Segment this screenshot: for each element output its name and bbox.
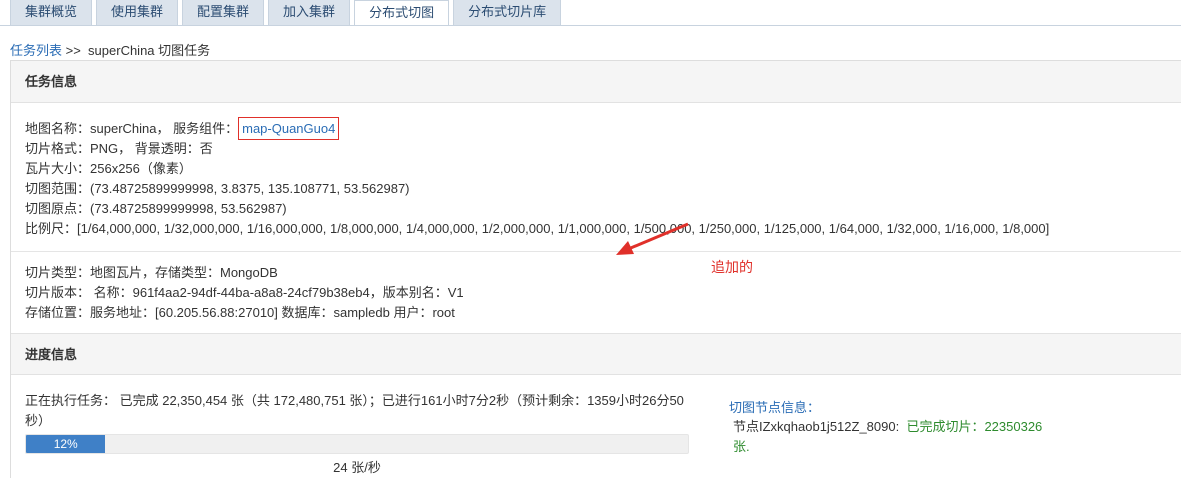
- tab-distributed-tile-store[interactable]: 分布式切片库: [453, 0, 562, 26]
- origin-line: 切图原点：(73.48725899999998, 53.562987): [25, 201, 287, 216]
- tab-distributed-tiling[interactable]: 分布式切图: [354, 0, 450, 26]
- tiling-speed: 24 张/秒: [333, 460, 381, 475]
- tab-configure-cluster[interactable]: 配置集群: [182, 0, 265, 26]
- node-done-count: 已完成切片：22350326: [906, 419, 1043, 434]
- tile-version-line: 切片版本： 名称：961f4aa2-94df-44ba-a8a8-24cf79b…: [25, 285, 464, 300]
- scales-line: 比例尺：[1/64,000,000, 1/32,000,000, 1/16,00…: [25, 221, 1050, 236]
- tab-cluster-overview[interactable]: 集群概览: [10, 0, 93, 26]
- tile-type-line: 切片类型：地图瓦片，存储类型：MongoDB: [25, 265, 278, 280]
- info-divider: [11, 251, 1181, 252]
- task-info-block: 地图名称：superChina， 服务组件： map-QuanGuo4 切片格式：…: [25, 117, 1050, 239]
- tile-format-line: 切片格式：PNG， 背景透明：否: [25, 141, 213, 156]
- tab-use-cluster[interactable]: 使用集群: [96, 0, 179, 26]
- progress-bar: 12%: [25, 434, 689, 454]
- storage-info-block: 切片类型：地图瓦片，存储类型：MongoDB 切片版本： 名称：961f4aa2…: [25, 263, 464, 323]
- task-detail-panel: 任务信息 地图名称：superChina， 服务组件： map-QuanGuo4 …: [10, 60, 1181, 478]
- progress-status-text: 正在执行任务： 已完成 22,350,454 张（共 172,480,751 张…: [25, 393, 684, 428]
- progress-bar-fill: 12%: [26, 435, 106, 453]
- annotation-arrow-icon: [616, 222, 689, 255]
- tab-bar: 集群概览 使用集群 配置集群 加入集群 分布式切图 分布式切片库: [10, 0, 565, 26]
- annotation-text: 追加的: [711, 259, 753, 275]
- map-name-line: 地图名称：superChina， 服务组件： map-QuanGuo4: [25, 117, 1049, 140]
- extent-line: 切图范围：(73.48725899999998, 3.8375, 135.108…: [25, 181, 410, 196]
- node-done-unit: 张.: [733, 439, 750, 454]
- tile-size-line: 瓦片大小：256x256（像素）: [25, 161, 192, 176]
- progress-info-heading: 进度信息: [11, 333, 1181, 375]
- node-status-line: 节点IZxkqhaob1j512Z_8090: 已完成切片：22350326 张.: [733, 417, 1093, 457]
- node-id: 节点IZxkqhaob1j512Z_8090:: [733, 419, 907, 434]
- tab-divider: [0, 25, 1181, 26]
- storage-location-line: 存储位置：服务地址：[60.205.56.88:27010] 数据库：sampl…: [25, 305, 455, 320]
- tab-join-cluster[interactable]: 加入集群: [268, 0, 351, 26]
- breadcrumb-current: superChina 切图任务: [88, 43, 211, 58]
- breadcrumb: 任务列表 >> superChina 切图任务: [10, 40, 210, 59]
- breadcrumb-task-list-link[interactable]: 任务列表: [10, 43, 62, 58]
- breadcrumb-separator: >>: [62, 43, 89, 58]
- map-name-text: 地图名称：superChina， 服务组件：: [25, 121, 239, 136]
- task-info-heading: 任务信息: [11, 61, 1181, 103]
- service-component-link[interactable]: map-QuanGuo4: [238, 117, 340, 140]
- node-info-title: 切图节点信息：: [729, 400, 821, 415]
